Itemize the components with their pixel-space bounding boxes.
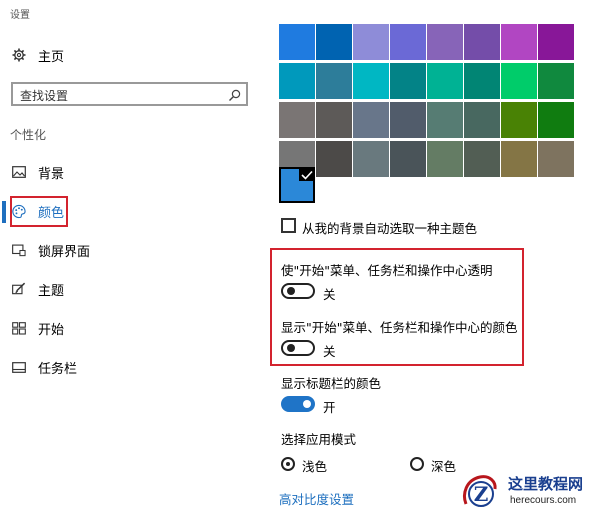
search-icon[interactable] — [228, 87, 241, 106]
color-swatch[interactable] — [538, 102, 574, 138]
watermark-url: herecours.com — [510, 495, 577, 506]
sidebar-item-label: 颜色 — [38, 205, 65, 221]
color-swatch[interactable] — [464, 63, 500, 99]
auto-pick-label: 从我的背景自动选取一种主题色 — [302, 221, 478, 236]
toggle-knob — [287, 344, 295, 352]
color-swatch[interactable] — [353, 141, 389, 177]
search-input[interactable]: 查找设置 — [11, 82, 248, 106]
color-swatch[interactable] — [427, 63, 463, 99]
dark-mode-label: 深色 — [431, 459, 457, 474]
selected-color-swatch[interactable] — [279, 167, 315, 203]
color-swatch[interactable] — [427, 141, 463, 177]
sidebar-item-label: 锁屏界面 — [38, 244, 91, 260]
color-swatch[interactable] — [316, 102, 352, 138]
app-title: 设置 — [10, 10, 30, 21]
brush-icon — [12, 282, 26, 296]
radio-dot — [286, 462, 290, 466]
color-swatch[interactable] — [390, 63, 426, 99]
gear-icon — [12, 48, 26, 62]
palette-icon — [12, 204, 26, 218]
sidebar-item-label: 主题 — [38, 283, 65, 299]
color-swatch[interactable] — [538, 24, 574, 60]
color-swatch[interactable] — [353, 63, 389, 99]
home-label: 主页 — [38, 49, 65, 65]
transparency-label: 使"开始"菜单、任务栏和操作中心透明 — [281, 263, 493, 278]
check-icon — [299, 167, 315, 181]
transparency-state: 关 — [323, 287, 336, 302]
toggle-knob — [287, 287, 295, 295]
light-mode-radio[interactable] — [281, 457, 295, 471]
color-swatch[interactable] — [501, 63, 537, 99]
sidebar-item-colors[interactable]: 颜色 — [0, 193, 262, 229]
light-mode-label: 浅色 — [302, 459, 328, 474]
search-placeholder: 查找设置 — [20, 89, 69, 103]
color-swatch-grid — [279, 24, 579, 180]
color-swatch[interactable] — [501, 24, 537, 60]
color-swatch[interactable] — [427, 102, 463, 138]
color-swatch[interactable] — [316, 141, 352, 177]
z-logo-icon: Z — [460, 472, 498, 510]
show-color-label: 显示"开始"菜单、任务栏和操作中心的颜色 — [281, 320, 518, 335]
sidebar-item-themes[interactable]: 主题 — [0, 271, 262, 307]
color-swatch[interactable] — [464, 102, 500, 138]
app-mode-label: 选择应用模式 — [281, 432, 357, 447]
taskbar-icon — [12, 360, 26, 374]
color-swatch[interactable] — [316, 24, 352, 60]
dark-mode-radio[interactable] — [410, 457, 424, 471]
color-swatch[interactable] — [538, 141, 574, 177]
color-swatch[interactable] — [464, 141, 500, 177]
color-swatch[interactable] — [538, 63, 574, 99]
transparency-toggle[interactable] — [281, 283, 315, 299]
color-swatch[interactable] — [353, 24, 389, 60]
watermark-logo: Z 这里教程网 herecours.com — [458, 470, 598, 512]
color-swatch[interactable] — [390, 102, 426, 138]
color-swatch[interactable] — [279, 102, 315, 138]
high-contrast-link[interactable]: 高对比度设置 — [279, 489, 354, 508]
sidebar-item-background[interactable]: 背景 — [0, 154, 262, 190]
color-swatch[interactable] — [427, 24, 463, 60]
show-color-toggle[interactable] — [281, 340, 315, 356]
sidebar-item-label: 任务栏 — [38, 361, 78, 377]
color-swatch[interactable] — [279, 63, 315, 99]
title-bar-toggle[interactable] — [281, 396, 315, 412]
color-swatch[interactable] — [390, 141, 426, 177]
sidebar-item-start[interactable]: 开始 — [0, 310, 262, 346]
color-swatch[interactable] — [501, 141, 537, 177]
auto-pick-checkbox[interactable] — [281, 218, 296, 233]
section-heading: 个性化 — [10, 128, 47, 142]
color-swatch[interactable] — [316, 63, 352, 99]
show-color-state: 关 — [323, 344, 336, 359]
title-bar-label: 显示标题栏的颜色 — [281, 376, 382, 391]
color-swatch[interactable] — [464, 24, 500, 60]
lock-screen-icon — [12, 243, 26, 257]
start-grid-icon — [12, 321, 26, 335]
color-swatch[interactable] — [501, 102, 537, 138]
watermark-name: 这里教程网 — [508, 475, 584, 493]
sidebar-item-label: 背景 — [38, 166, 65, 182]
title-bar-state: 开 — [323, 400, 336, 415]
toggle-knob — [303, 400, 311, 408]
picture-icon — [12, 165, 26, 179]
sidebar-item-label: 开始 — [38, 322, 65, 338]
svg-text:Z: Z — [474, 482, 489, 506]
color-swatch[interactable] — [390, 24, 426, 60]
sidebar-item-taskbar[interactable]: 任务栏 — [0, 349, 262, 385]
color-swatch[interactable] — [353, 102, 389, 138]
sidebar-item-lock-screen[interactable]: 锁屏界面 — [0, 232, 262, 268]
sidebar-item-home[interactable]: 主页 — [0, 37, 262, 73]
color-swatch[interactable] — [279, 24, 315, 60]
